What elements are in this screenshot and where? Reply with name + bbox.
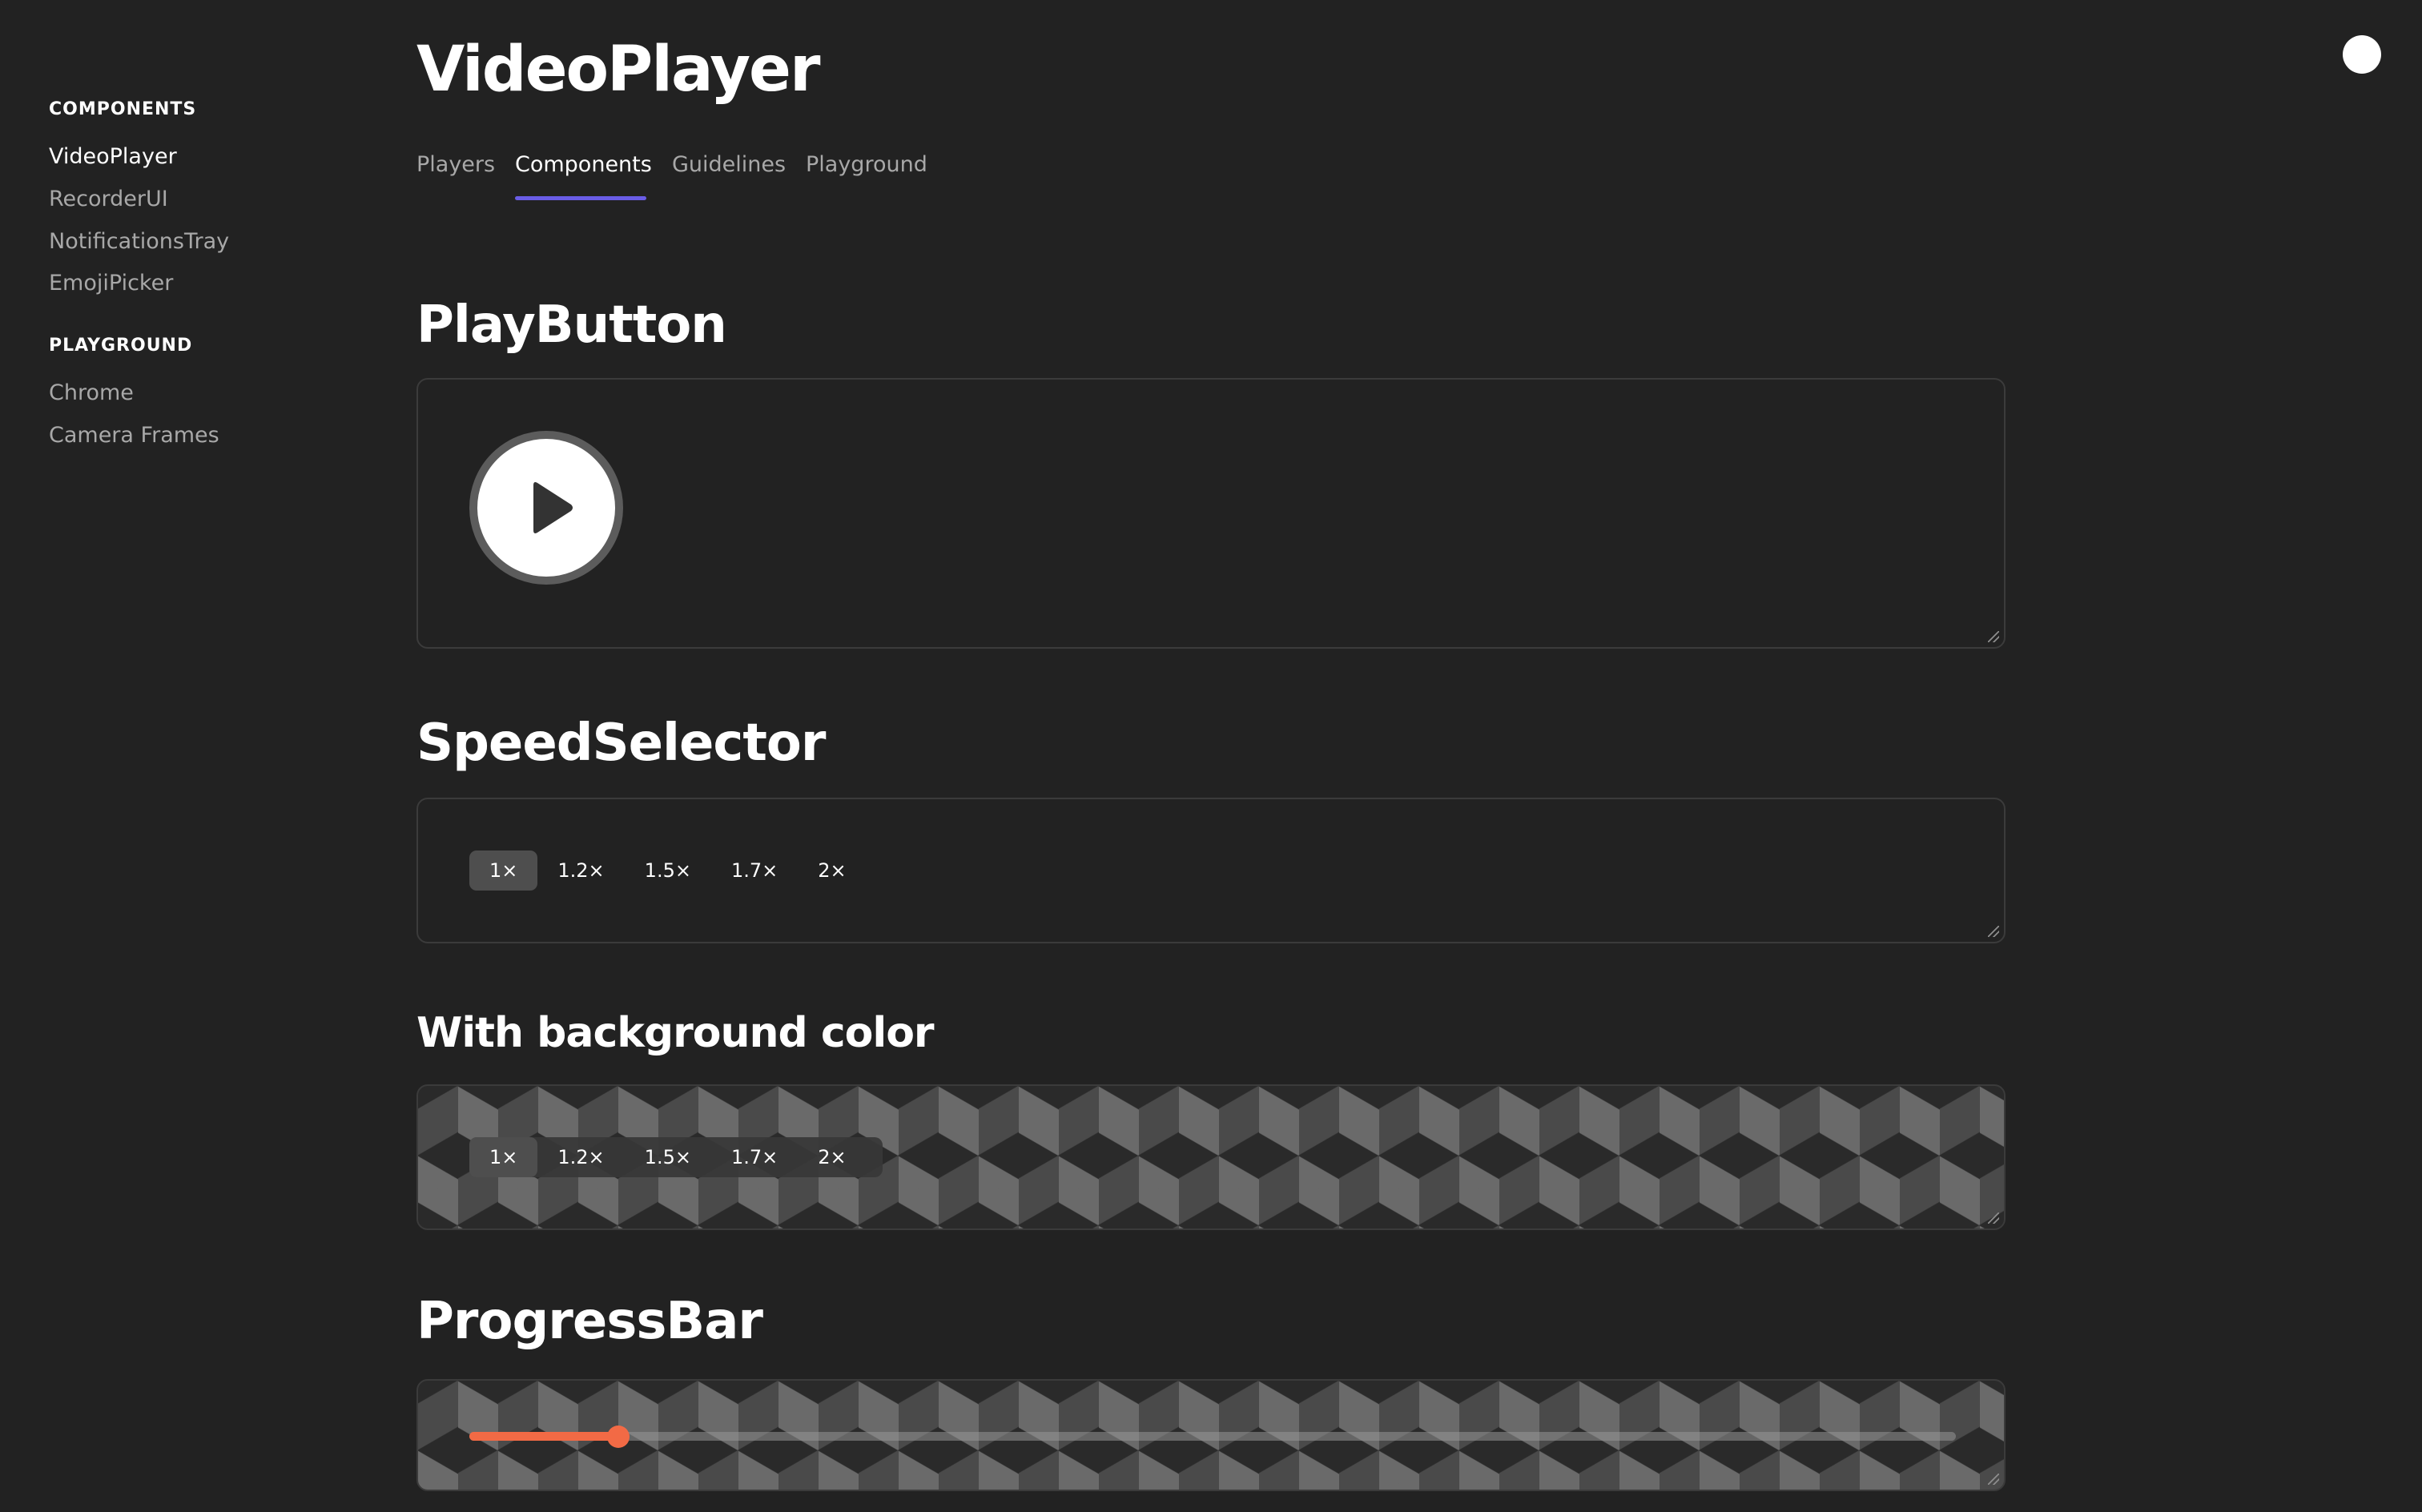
sidebar-heading-playground: PLAYGROUND bbox=[49, 336, 193, 356]
sidebar-item-videoplayer[interactable]: VideoPlayer bbox=[49, 144, 177, 169]
sidebar-item-camera-frames[interactable]: Camera Frames bbox=[49, 423, 219, 448]
section-title-with-background: With background color bbox=[416, 1009, 935, 1057]
speed-option-1-5x[interactable]: 1.5× bbox=[625, 850, 711, 891]
speed-option-1-2x[interactable]: 1.2× bbox=[537, 850, 624, 891]
speed-selector: 1× 1.2× 1.5× 1.7× 2× bbox=[469, 850, 867, 891]
playbutton-panel bbox=[416, 378, 2006, 649]
sidebar-item-chrome[interactable]: Chrome bbox=[49, 380, 134, 405]
sidebar-item-notificationstray[interactable]: NotificationsTray bbox=[49, 229, 229, 254]
resize-handle[interactable] bbox=[1988, 926, 1999, 937]
speed-selector-with-background: 1× 1.2× 1.5× 1.7× 2× bbox=[469, 1137, 883, 1177]
speed-option-1-2x[interactable]: 1.2× bbox=[537, 1137, 624, 1177]
resize-handle[interactable] bbox=[1988, 1212, 1999, 1224]
circle-icon[interactable] bbox=[2343, 35, 2381, 74]
progress-fill bbox=[469, 1432, 618, 1441]
play-icon bbox=[533, 482, 573, 533]
progress-bar[interactable] bbox=[469, 1425, 1956, 1448]
speed-option-1-7x[interactable]: 1.7× bbox=[711, 1137, 798, 1177]
resize-handle[interactable] bbox=[1988, 1474, 1999, 1485]
page-title: VideoPlayer bbox=[416, 34, 820, 106]
speed-option-1x[interactable]: 1× bbox=[469, 1137, 538, 1177]
speed-option-1x[interactable]: 1× bbox=[469, 850, 538, 891]
progressbar-panel bbox=[416, 1379, 2006, 1491]
speed-option-2x[interactable]: 2× bbox=[798, 1137, 866, 1177]
progress-handle[interactable] bbox=[606, 1425, 630, 1448]
tab-components[interactable]: Components bbox=[515, 152, 652, 177]
speed-option-1-5x[interactable]: 1.5× bbox=[625, 1137, 711, 1177]
speed-option-2x[interactable]: 2× bbox=[798, 850, 866, 891]
tab-guidelines[interactable]: Guidelines bbox=[672, 152, 786, 177]
tab-players[interactable]: Players bbox=[416, 152, 495, 177]
active-tab-indicator bbox=[515, 196, 646, 200]
play-button[interactable] bbox=[469, 431, 623, 585]
section-title-speedselector: SpeedSelector bbox=[416, 714, 826, 773]
speedselector-panel: 1× 1.2× 1.5× 1.7× 2× bbox=[416, 798, 2006, 943]
section-title-playbutton: PlayButton bbox=[416, 296, 727, 355]
with-background-panel: 1× 1.2× 1.5× 1.7× 2× bbox=[416, 1084, 2006, 1230]
sidebar-item-recorderui[interactable]: RecorderUI bbox=[49, 187, 168, 211]
section-title-progressbar: ProgressBar bbox=[416, 1292, 763, 1351]
speed-option-1-7x[interactable]: 1.7× bbox=[711, 850, 798, 891]
sidebar-heading-components: COMPONENTS bbox=[49, 99, 197, 119]
resize-handle[interactable] bbox=[1988, 631, 1999, 642]
sidebar-item-emojipicker[interactable]: EmojiPicker bbox=[49, 271, 173, 296]
tab-playground[interactable]: Playground bbox=[806, 152, 927, 177]
